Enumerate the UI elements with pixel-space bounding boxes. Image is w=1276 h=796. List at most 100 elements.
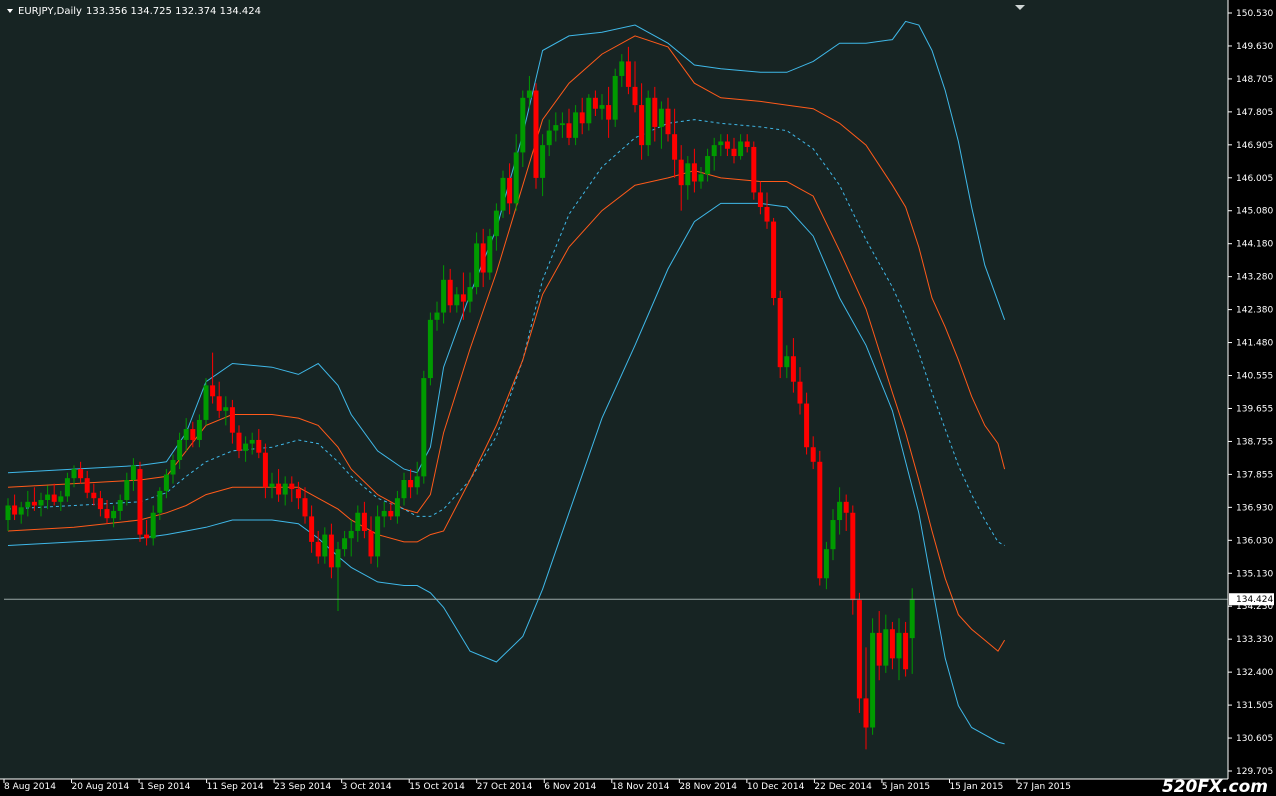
candle-body xyxy=(526,90,532,98)
candle-body xyxy=(837,501,843,521)
candle-body xyxy=(163,474,169,491)
candle-body xyxy=(652,97,658,127)
candle xyxy=(771,217,777,306)
x-tick-label: 10 Dec 2014 xyxy=(747,782,805,792)
candle-body xyxy=(12,505,18,515)
candle-body xyxy=(368,530,374,557)
candle-body xyxy=(434,312,440,320)
candle xyxy=(870,618,876,735)
candle-body xyxy=(216,396,222,411)
candle-body xyxy=(427,319,433,379)
candle-body xyxy=(731,148,737,157)
candle xyxy=(427,312,433,386)
y-tick-label: 144.180 xyxy=(1236,240,1273,250)
candle-body xyxy=(64,478,70,497)
candle-body xyxy=(606,105,612,120)
candle-body xyxy=(335,549,341,568)
candle-body xyxy=(25,501,31,508)
candle-body xyxy=(243,443,249,451)
candle-body xyxy=(58,496,64,502)
y-tick-label: 146.005 xyxy=(1236,174,1273,184)
current-price-label: 134.424 xyxy=(1229,593,1274,606)
y-tick-label: 140.555 xyxy=(1236,372,1273,382)
candle xyxy=(751,141,757,200)
candle-body xyxy=(210,385,216,397)
candle-body xyxy=(889,629,895,659)
candle-body xyxy=(157,490,163,513)
candle-body xyxy=(381,510,387,517)
candle-body xyxy=(625,61,631,87)
ohlc-values: 133.356 134.725 132.374 134.424 xyxy=(86,6,261,17)
x-tick-label: 27 Jan 2015 xyxy=(1017,782,1071,792)
candle-body xyxy=(586,97,592,124)
candle-body xyxy=(573,112,579,138)
candle-body xyxy=(883,629,889,666)
candle-body xyxy=(797,381,803,404)
candle-body xyxy=(658,108,664,127)
candle-body xyxy=(45,494,51,501)
candle-body xyxy=(18,507,24,515)
candle-body xyxy=(520,97,526,153)
candle xyxy=(850,505,856,615)
candle-body xyxy=(203,385,209,420)
candle-body xyxy=(533,90,539,178)
candle-body xyxy=(117,500,123,511)
x-tick-label: 23 Sep 2014 xyxy=(274,782,331,792)
candle xyxy=(817,450,823,586)
candle-body xyxy=(355,512,361,531)
y-tick-label: 136.930 xyxy=(1236,503,1273,513)
watermark: 520FX.com xyxy=(1162,777,1268,796)
candle-body xyxy=(51,494,57,502)
y-tick-label: 133.330 xyxy=(1236,635,1273,645)
candle-body xyxy=(711,145,717,157)
y-tick-label: 147.805 xyxy=(1236,108,1273,118)
symbol-label: EURJPY,Daily xyxy=(18,6,82,17)
x-tick-label: 1 Sep 2014 xyxy=(139,782,191,792)
x-tick-label: 3 Oct 2014 xyxy=(342,782,392,792)
y-tick-label: 130.605 xyxy=(1236,734,1273,744)
x-tick-label: 18 Nov 2014 xyxy=(612,782,670,792)
candle-body xyxy=(718,141,724,146)
candle-body xyxy=(672,134,678,160)
candle-body xyxy=(447,279,453,306)
candle-body xyxy=(348,530,354,539)
price-chart[interactable]: 150.530 149.630 148.705 147.805 146.905 146.0… xyxy=(0,0,1276,796)
candle-body xyxy=(223,407,229,411)
candle-body xyxy=(856,600,862,699)
candle-body xyxy=(738,141,744,157)
candle-body xyxy=(592,97,598,109)
candle xyxy=(421,370,427,484)
candle-body xyxy=(507,177,513,204)
candle-body xyxy=(903,632,909,670)
candle-body xyxy=(810,447,816,462)
candle-body xyxy=(414,476,420,488)
candle-body xyxy=(500,177,506,211)
candle-body xyxy=(302,498,308,517)
candle-body xyxy=(863,698,869,728)
candle-body xyxy=(619,61,625,76)
candle-body xyxy=(817,461,823,579)
candle-body xyxy=(823,549,829,579)
candle-body xyxy=(196,419,202,440)
y-tick-label: 137.855 xyxy=(1236,470,1273,480)
candle xyxy=(777,290,783,379)
candle-body xyxy=(678,159,684,186)
candle-body xyxy=(790,356,796,382)
candle-body xyxy=(322,534,328,557)
y-tick-label: 136.030 xyxy=(1236,536,1273,546)
candle-body xyxy=(540,145,546,178)
candle-body xyxy=(764,207,770,222)
candle-body xyxy=(870,632,876,728)
candle-body xyxy=(401,479,407,499)
candle-body xyxy=(559,123,565,126)
candle-body xyxy=(493,210,499,237)
candle-body xyxy=(804,403,810,448)
candle-body xyxy=(97,498,103,510)
candle-body xyxy=(724,141,730,149)
candle-body xyxy=(328,534,334,568)
candle xyxy=(856,592,862,713)
candle-body xyxy=(632,86,638,106)
candle-body xyxy=(408,479,414,488)
y-tick-label: 139.655 xyxy=(1236,404,1273,414)
candle-body xyxy=(645,97,651,146)
